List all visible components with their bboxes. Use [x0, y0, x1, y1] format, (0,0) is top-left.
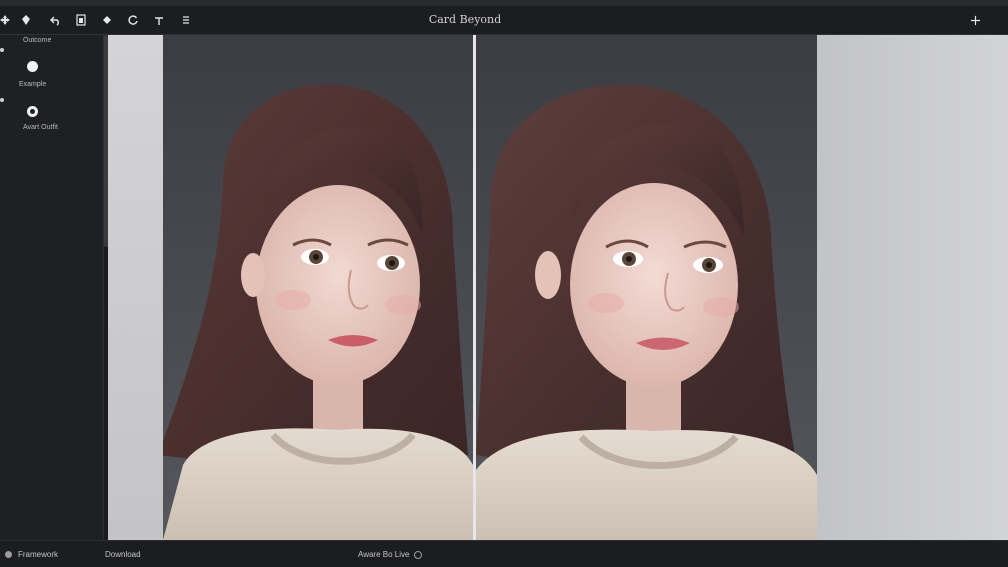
plus-icon: [970, 15, 980, 25]
before-image: [163, 35, 473, 540]
status-dot-icon: [5, 551, 12, 558]
option-example-radio[interactable]: [27, 61, 38, 72]
image-canvas[interactable]: [108, 35, 1008, 540]
after-image: [476, 35, 817, 540]
option-outfit-radio[interactable]: [27, 106, 38, 117]
status-right-label[interactable]: Aware Bo Live: [358, 550, 409, 559]
status-left-label[interactable]: Framework: [18, 550, 58, 559]
status-settings-icon[interactable]: [414, 551, 422, 559]
portrait-illustration: [163, 84, 473, 540]
status-bar: Framework Download Aware Bo Live: [0, 540, 1008, 567]
option-outfit-label: Avart Outfit: [23, 124, 58, 131]
panel-marker-icon: [0, 98, 4, 102]
add-button[interactable]: [966, 11, 984, 29]
canvas-backdrop-right: [817, 35, 1008, 540]
portrait-illustration: [476, 84, 817, 540]
canvas-backdrop-left: [108, 35, 163, 540]
top-toolbar: Card Beyond: [0, 6, 1008, 35]
document-title: Card Beyond: [428, 13, 502, 26]
left-panel: Outcome Example Avart Outfit: [0, 35, 104, 540]
option-example-label: Example: [19, 81, 47, 88]
status-download-label[interactable]: Download: [105, 550, 141, 559]
panel-marker-icon: [0, 48, 4, 52]
panel-section-title: Outcome: [23, 37, 52, 44]
app-window: Card Beyond Outcome Example Avart Outfit: [0, 0, 1008, 567]
